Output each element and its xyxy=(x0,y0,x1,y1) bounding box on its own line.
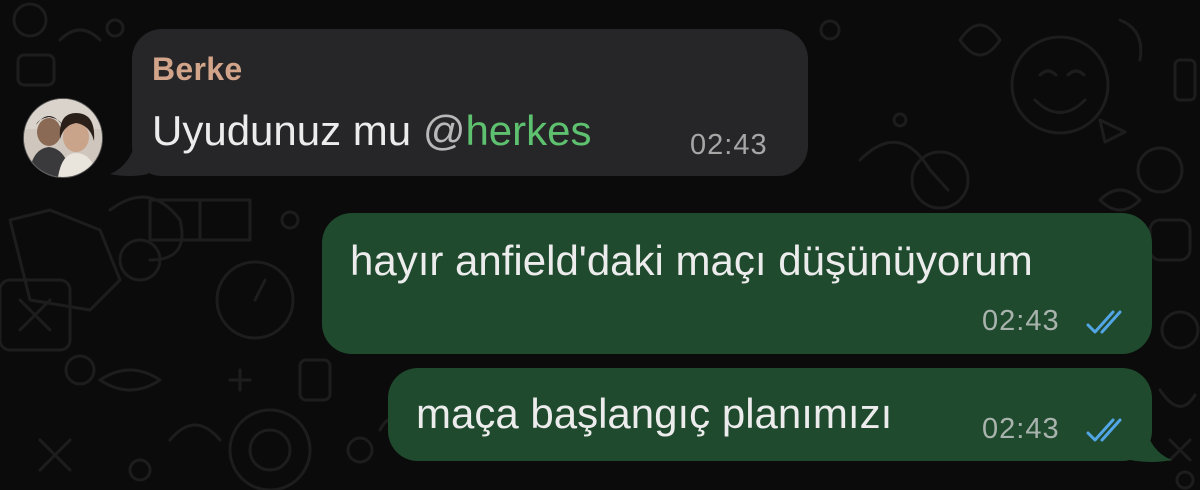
outgoing-message-bubble[interactable]: maça başlangıç planımızı 02:43 xyxy=(388,368,1152,461)
avatar-photo xyxy=(24,99,102,177)
avatar[interactable] xyxy=(23,98,103,178)
mention-herkes[interactable]: herkes xyxy=(465,107,591,154)
sender-name[interactable]: Berke xyxy=(152,51,242,88)
outgoing-message-bubble[interactable]: hayır anfield'daki maçı düşünüyorum 02:4… xyxy=(322,213,1152,354)
mention-at-sign: @ xyxy=(422,107,466,154)
read-double-check-icon xyxy=(1086,418,1122,442)
message-text: maça başlangıç planımızı xyxy=(416,390,893,437)
message-text: Uyudunuz mu @herkes xyxy=(152,107,592,155)
message-time: 02:43 xyxy=(982,413,1060,445)
read-double-check-icon xyxy=(1086,310,1122,334)
message-time: 02:43 xyxy=(690,129,768,161)
message-text-body: Uyudunuz mu xyxy=(152,107,423,154)
incoming-message-bubble[interactable]: Berke Uyudunuz mu @herkes 02:43 xyxy=(132,29,808,176)
message-time: 02:43 xyxy=(982,305,1060,337)
message-text: hayır anfield'daki maçı düşünüyorum xyxy=(350,237,1033,284)
